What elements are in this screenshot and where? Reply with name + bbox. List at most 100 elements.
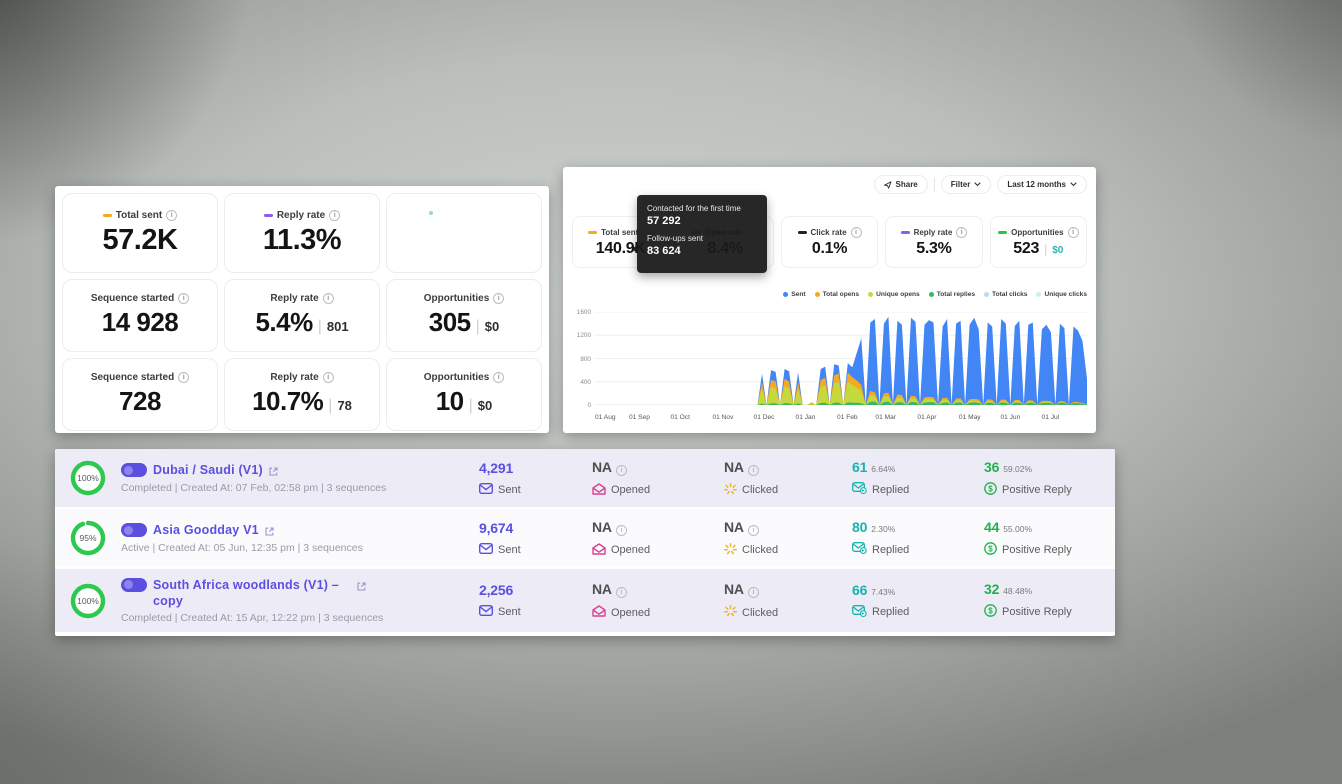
info-icon[interactable]: i bbox=[493, 293, 504, 304]
external-link-icon[interactable] bbox=[357, 580, 366, 594]
legend-item-unique-opens[interactable]: Unique opens bbox=[868, 291, 920, 298]
legend-label: Unique opens bbox=[876, 291, 920, 298]
chart-legend: Sent Total opens Unique opens Total replies… bbox=[783, 291, 1087, 298]
toolbar-divider bbox=[934, 178, 935, 192]
stat-card: Opportunitiesi523|$0 bbox=[990, 216, 1087, 268]
stat-value: 9,674 bbox=[479, 520, 513, 536]
value-separator: | bbox=[1044, 242, 1047, 256]
stat-card-label-text: Reply rate bbox=[277, 210, 325, 221]
share-button[interactable]: Share bbox=[874, 175, 928, 194]
opened-icon bbox=[592, 483, 606, 498]
positive-icon: $ bbox=[984, 482, 997, 498]
stat-value: 44 bbox=[984, 519, 999, 535]
stat-value-row: 3248.48% bbox=[984, 581, 1099, 597]
external-link-icon[interactable] bbox=[269, 465, 278, 479]
campaign-subtitle: Completed | Created At: 07 Feb, 02:58 pm… bbox=[121, 482, 479, 494]
stat-card: Reply ratei5.3% bbox=[885, 216, 982, 268]
campaign-title: South Africa woodlands (V1) – copy bbox=[121, 577, 479, 610]
legend-label: Unique clicks bbox=[1044, 291, 1087, 298]
stat-value-row: 4455.00% bbox=[984, 519, 1099, 535]
stat-label: Opened bbox=[592, 543, 724, 558]
stat-value-row: NAi bbox=[592, 459, 724, 476]
info-icon[interactable]: i bbox=[323, 293, 334, 304]
info-icon[interactable]: i bbox=[323, 372, 334, 383]
stat-opened: NAiOpened bbox=[592, 519, 724, 558]
value-separator: | bbox=[318, 318, 322, 336]
stat-label-text: Replied bbox=[872, 544, 909, 556]
stat-card-label: Click ratei bbox=[798, 227, 862, 238]
info-icon[interactable]: i bbox=[851, 227, 862, 238]
info-icon[interactable]: i bbox=[329, 210, 340, 221]
stat-card-value: 10.7% bbox=[252, 386, 323, 417]
tooltip-value-1: 57 292 bbox=[647, 215, 757, 227]
info-icon[interactable]: i bbox=[493, 372, 504, 383]
date-range-select[interactable]: Last 12 months bbox=[997, 175, 1087, 194]
legend-item-total-opens[interactable]: Total opens bbox=[815, 291, 860, 298]
info-icon[interactable]: i bbox=[956, 227, 967, 238]
x-tick-label: 01 Aug bbox=[595, 414, 616, 421]
traffic-chart[interactable] bbox=[595, 312, 1087, 405]
stat-label-text: Positive Reply bbox=[1002, 606, 1072, 618]
stat-percentage: 2.30% bbox=[871, 524, 895, 534]
x-tick-label: 01 Jul bbox=[1042, 414, 1060, 421]
info-icon[interactable]: i bbox=[178, 372, 189, 383]
info-icon[interactable]: i bbox=[748, 525, 759, 536]
info-icon[interactable]: i bbox=[616, 525, 627, 536]
legend-dot bbox=[868, 292, 873, 297]
legend-item-total-clicks[interactable]: Total clicks bbox=[984, 291, 1027, 298]
campaign-avatar bbox=[121, 463, 147, 477]
stat-card: Opportunitiesi305|$0 bbox=[386, 279, 542, 352]
tooltip-label-1: Contacted for the first time bbox=[647, 204, 757, 213]
stat-label-text: Opened bbox=[611, 544, 650, 556]
external-link-icon[interactable] bbox=[265, 525, 274, 539]
stat-label-text: Positive Reply bbox=[1002, 544, 1072, 556]
stat-clicked: NAiClicked bbox=[724, 459, 852, 498]
table-row[interactable]: 100%Dubai / Saudi (V1)Completed | Create… bbox=[55, 449, 1115, 509]
info-icon[interactable]: i bbox=[748, 465, 759, 476]
campaign-title: Dubai / Saudi (V1) bbox=[121, 462, 479, 479]
campaign-avatar-dot bbox=[124, 526, 133, 535]
legend-label: Total clicks bbox=[992, 291, 1027, 298]
legend-item-total-replies[interactable]: Total replies bbox=[929, 291, 975, 298]
stat-card-value: 305 bbox=[429, 307, 471, 338]
y-tick-label: 400 bbox=[571, 379, 591, 386]
table-row[interactable]: 100%South Africa woodlands (V1) – copyCo… bbox=[55, 569, 1115, 632]
campaign-title-link[interactable]: Asia Goodday V1 bbox=[153, 522, 259, 538]
filter-button[interactable]: Filter bbox=[941, 175, 992, 194]
campaign-avatar-dot bbox=[124, 466, 133, 475]
stat-label-text: Sent bbox=[498, 544, 521, 556]
stat-label-text: Opened bbox=[611, 607, 650, 619]
stat-color-dash bbox=[798, 231, 807, 234]
legend-dot bbox=[783, 292, 788, 297]
stat-value: 4,291 bbox=[479, 460, 513, 476]
sent-icon bbox=[479, 543, 493, 557]
chart-tooltip: Contacted for the first time 57 292 Foll… bbox=[637, 195, 767, 273]
stat-label: Replied bbox=[852, 542, 984, 557]
campaign-title-link[interactable]: Dubai / Saudi (V1) bbox=[153, 462, 263, 478]
stat-card: Click ratei0.1% bbox=[781, 216, 878, 268]
legend-label: Sent bbox=[791, 291, 805, 298]
legend-item-unique-clicks[interactable]: Unique clicks bbox=[1036, 291, 1087, 298]
stat-positive: 3659.02%$Positive Reply bbox=[984, 459, 1099, 498]
stat-card-label: Opportunitiesi bbox=[998, 227, 1078, 238]
info-icon[interactable]: i bbox=[1068, 227, 1079, 238]
stat-card-value-row: 305|$0 bbox=[429, 307, 500, 338]
table-row[interactable]: 95%Asia Goodday V1Active | Created At: 0… bbox=[55, 509, 1115, 569]
info-icon[interactable]: i bbox=[748, 587, 759, 598]
stat-value: 61 bbox=[852, 459, 867, 475]
tooltip-caret bbox=[632, 244, 638, 254]
info-icon[interactable]: i bbox=[616, 465, 627, 476]
info-icon[interactable]: i bbox=[166, 210, 177, 221]
stat-card bbox=[386, 193, 542, 273]
stat-label: $Positive Reply bbox=[984, 482, 1099, 498]
campaign-info: South Africa woodlands (V1) – copy Comple… bbox=[121, 577, 479, 625]
legend-item-sent[interactable]: Sent bbox=[783, 291, 805, 298]
stat-label: Sent bbox=[479, 483, 592, 497]
stat-card-value-row: 11.3% bbox=[263, 224, 341, 257]
campaign-title-link[interactable]: South Africa woodlands (V1) – copy bbox=[153, 577, 351, 610]
share-icon bbox=[884, 181, 892, 189]
campaign-subtitle: Completed | Created At: 15 Apr, 12:22 pm… bbox=[121, 612, 479, 624]
info-icon[interactable]: i bbox=[178, 293, 189, 304]
stat-card-value: 728 bbox=[119, 386, 161, 417]
info-icon[interactable]: i bbox=[616, 587, 627, 598]
